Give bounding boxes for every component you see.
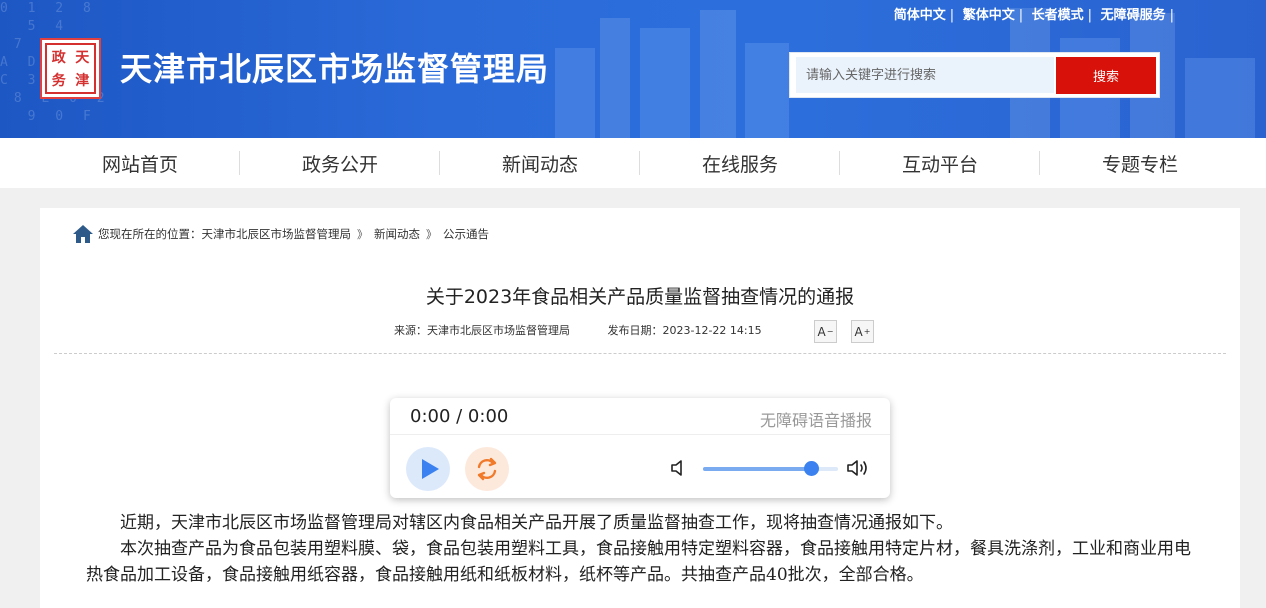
audio-player: 0:00 / 0:00 无障碍语音播报 [390,398,890,498]
font-increase-label: A [854,324,863,339]
top-links: 简体中文 | 繁体中文 | 长者模式 | 无障碍服务 | [893,8,1174,23]
replay-button[interactable] [465,447,509,491]
site-logo-seal[interactable]: 政 天 务 津 [40,38,101,99]
main-nav: 网站首页 政务公开 新闻动态 在线服务 互动平台 专题专栏 [0,138,1266,188]
nav-item-interaction[interactable]: 互动平台 [839,138,1040,188]
player-time: 0:00 / 0:00 [410,406,509,427]
seal-char: 政 [51,49,66,66]
banner-building [600,18,630,138]
home-icon [73,225,93,243]
article-container: 您现在所在的位置： 天津市北辰区市场监督管理局 》 新闻动态 》 公示通告 关于… [40,208,1240,608]
article-date: 发布日期：2023-12-22 14:15 [607,324,762,337]
article-meta: 来源：天津市北辰区市场监督管理局 发布日期：2023-12-22 14:15 [394,322,762,338]
header-banner: 0 1 2 8 5 4 7 6 3 A D 1 B C 3 A 7 8 E 0 … [0,0,1266,138]
player-divider [390,434,890,435]
banner-building [640,28,690,138]
volume-slider[interactable] [703,461,838,476]
site-title[interactable]: 天津市北辰区市场监督管理局 [120,44,549,90]
font-decrease-button[interactable]: A − [814,320,837,343]
banner-building [745,43,789,138]
font-increase-button[interactable]: A + [851,320,874,343]
nav-item-online-service[interactable]: 在线服务 [639,138,840,188]
search-box: 搜索 [789,52,1160,98]
seal-char: 天 [75,49,90,66]
breadcrumb-separator: 》 [357,228,368,241]
nav-item-news[interactable]: 新闻动态 [439,138,640,188]
seal-char: 务 [51,73,66,90]
nav-item-government-affairs[interactable]: 政务公开 [239,138,440,188]
seal-char: 津 [75,73,90,90]
volume-slider-fill [703,467,811,471]
volume-slider-knob[interactable] [804,461,819,476]
link-accessibility-service[interactable]: 无障碍服务 [1101,8,1166,23]
article-paragraph: 近期，天津市北辰区市场监督管理局对辖区内食品相关产品开展了质量监督抽查工作，现将… [120,513,953,533]
volume-high-icon[interactable] [846,457,872,479]
article-title: 关于2023年食品相关产品质量监督抽查情况的通报 [425,286,855,308]
plus-icon: + [863,327,871,336]
breadcrumb-item-bureau[interactable]: 天津市北辰区市场监督管理局 [202,226,352,242]
article-paragraph: 本次抽查产品为食品包装用塑料膜、袋，食品包装用塑料工具，食品接触用特定塑料容器，… [86,539,1191,585]
breadcrumb-item-notices[interactable]: 公示通告 [443,226,489,242]
article-body: 近期，天津市北辰区市场监督管理局对辖区内食品相关产品开展了质量监督抽查工作，现将… [86,510,1206,588]
breadcrumb-prefix: 您现在所在的位置： [98,227,202,241]
link-traditional-chinese[interactable]: 繁体中文 [963,8,1015,23]
banner-building [555,48,595,138]
nav-item-special-topics[interactable]: 专题专栏 [1039,138,1240,188]
replay-icon [477,457,497,481]
minus-icon: − [826,327,834,336]
breadcrumb-separator: 》 [426,228,437,241]
link-simplified-chinese[interactable]: 简体中文 [894,8,946,23]
banner-building [700,10,736,138]
link-elder-mode[interactable]: 长者模式 [1032,8,1084,23]
player-label: 无障碍语音播报 [759,411,872,430]
play-icon [422,459,439,479]
font-decrease-label: A [817,324,826,339]
volume-low-icon[interactable] [670,459,686,477]
article-source: 来源：天津市北辰区市场监督管理局 [394,324,570,337]
search-input[interactable] [796,57,1054,93]
search-button[interactable]: 搜索 [1056,57,1156,94]
breadcrumb-item-news[interactable]: 新闻动态 [374,226,420,242]
breadcrumb: 您现在所在的位置： 天津市北辰区市场监督管理局 》 新闻动态 》 公示通告 [72,224,489,244]
banner-building [1185,58,1255,138]
play-button[interactable] [406,447,450,491]
nav-item-home[interactable]: 网站首页 [40,138,240,188]
divider [54,353,1226,354]
